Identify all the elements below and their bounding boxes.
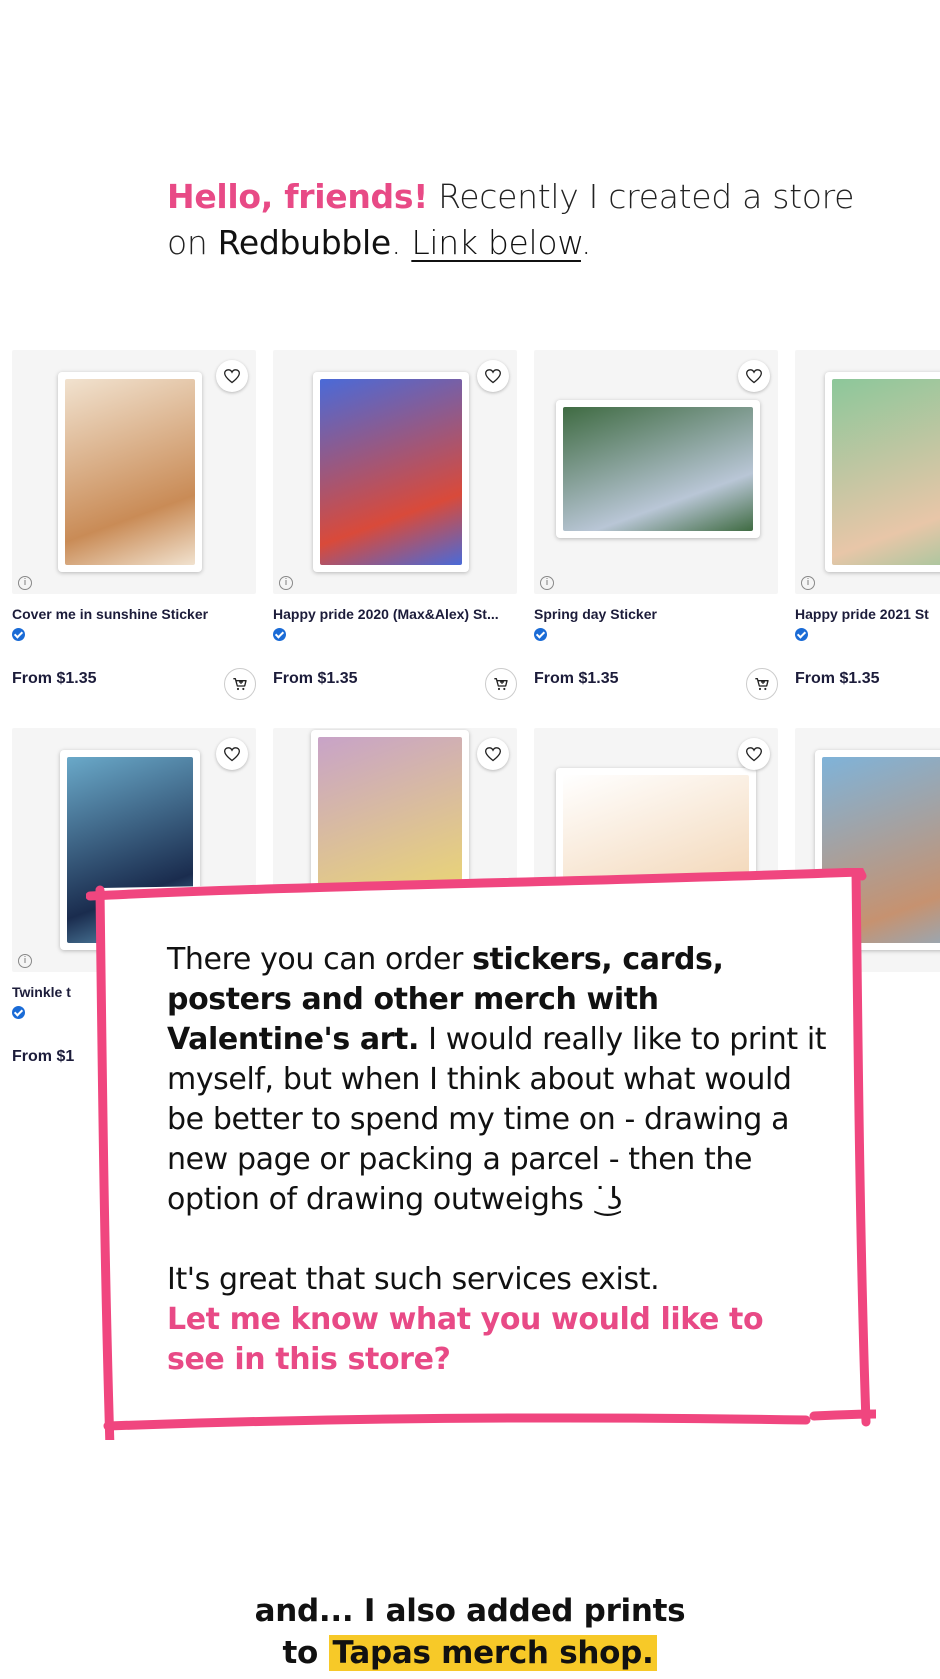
verified-badge-icon xyxy=(12,1006,25,1019)
product-card[interactable]: i Spring day Sticker From $1.35 xyxy=(534,350,778,700)
add-to-cart-icon[interactable] xyxy=(224,668,256,700)
outro: and... I also added prints to Tapas merc… xyxy=(0,1590,940,1674)
add-to-cart-icon[interactable] xyxy=(746,668,778,700)
favorite-heart-icon[interactable] xyxy=(216,360,248,392)
product-price: From $1 xyxy=(12,1048,75,1065)
favorite-heart-icon[interactable] xyxy=(738,738,770,770)
intro-text-c: . xyxy=(580,223,592,262)
info-icon[interactable]: i xyxy=(801,576,815,590)
message-question: Let me know what you would like to see i… xyxy=(167,1302,764,1377)
product-card[interactable]: i Cover me in sunshine Sticker From $1.35 xyxy=(12,350,256,700)
product-title[interactable]: Spring day Sticker xyxy=(534,606,778,622)
sticker-artwork xyxy=(825,372,940,572)
tapas-shop-link[interactable]: Tapas merch shop. xyxy=(328,1635,658,1671)
verified-badge-icon xyxy=(795,628,808,641)
product-image[interactable]: i xyxy=(12,350,256,594)
product-price: From $1.35 xyxy=(12,670,97,687)
outro-text: to xyxy=(282,1635,329,1671)
favorite-heart-icon[interactable] xyxy=(738,360,770,392)
product-image[interactable]: i xyxy=(273,350,517,594)
verified-badge-icon xyxy=(273,628,286,641)
add-to-cart-icon[interactable] xyxy=(485,668,517,700)
info-icon[interactable]: i xyxy=(18,954,32,968)
product-image[interactable]: i xyxy=(534,350,778,594)
greeting: Hello, friends! xyxy=(167,177,428,216)
intro-text-b: . xyxy=(390,223,412,262)
favorite-heart-icon[interactable] xyxy=(477,738,509,770)
link-below[interactable]: Link below xyxy=(411,223,581,262)
product-price: From $1.35 xyxy=(795,670,880,687)
message-text-a: There you can order xyxy=(167,942,473,977)
product-title[interactable]: Cover me in sunshine Sticker xyxy=(12,606,256,622)
message-body: There you can order stickers, cards, pos… xyxy=(167,940,827,1380)
product-title[interactable]: Happy pride 2020 (Max&Alex) St... xyxy=(273,606,517,622)
outro-line-1: and... I also added prints xyxy=(254,1593,686,1629)
verified-badge-icon xyxy=(534,628,547,641)
message-paragraph-2: It's great that such services exist. xyxy=(167,1262,660,1297)
store-name: Redbubble xyxy=(217,223,392,262)
product-card[interactable]: i Happy pride 2021 St From $1.35 xyxy=(795,350,940,687)
favorite-heart-icon[interactable] xyxy=(216,738,248,770)
intro-paragraph: Hello, friends! Recently I created a sto… xyxy=(167,174,867,266)
info-icon[interactable]: i xyxy=(540,576,554,590)
verified-badge-icon xyxy=(12,628,25,641)
info-icon[interactable]: i xyxy=(279,576,293,590)
favorite-heart-icon[interactable] xyxy=(477,360,509,392)
message-paragraph-1: There you can order stickers, cards, pos… xyxy=(167,940,827,1220)
sticker-artwork xyxy=(556,400,760,538)
product-price: From $1.35 xyxy=(534,670,619,687)
product-card[interactable]: i Happy pride 2020 (Max&Alex) St... From $… xyxy=(273,350,517,700)
product-price: From $1.35 xyxy=(273,670,358,687)
product-image[interactable]: i xyxy=(795,350,940,594)
wink-emoji: ˙͜ʖ xyxy=(592,1182,623,1217)
outro-line-2: to Tapas merch shop. xyxy=(0,1632,940,1674)
info-icon[interactable]: i xyxy=(18,576,32,590)
product-title[interactable]: Happy pride 2021 St xyxy=(795,606,940,622)
sticker-artwork xyxy=(58,372,202,572)
sticker-artwork xyxy=(313,372,469,572)
